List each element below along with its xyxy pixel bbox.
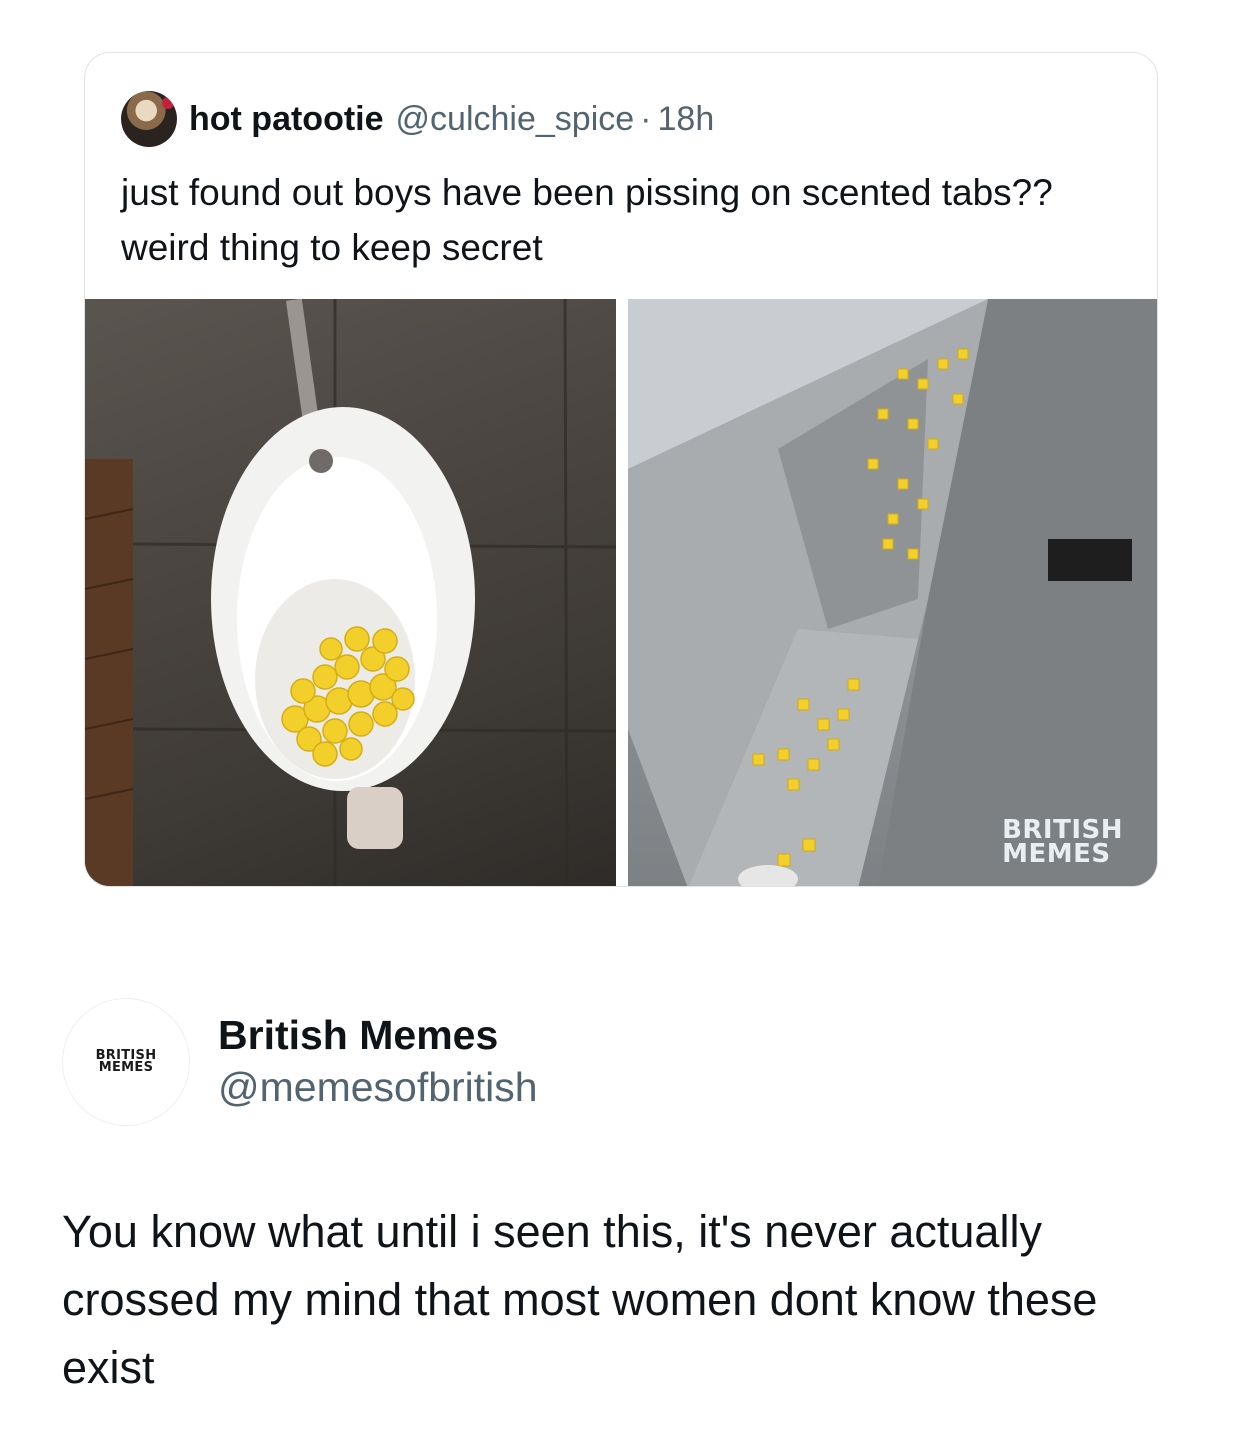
author-handle[interactable]: @culchie_spice	[396, 100, 635, 139]
header-separator: ·	[640, 99, 652, 138]
author-avatar[interactable]	[121, 91, 177, 147]
reply-display-name[interactable]: British Memes	[218, 1012, 498, 1059]
tweet-timestamp[interactable]: 18h	[658, 100, 715, 139]
reply-handle[interactable]: @memesofbritish	[218, 1064, 538, 1111]
british-memes-watermark: BRITISH MEMES	[1002, 815, 1123, 869]
media-image-trough[interactable]: BRITISH MEMES	[628, 299, 1157, 886]
tweet-media-grid: BRITISH MEMES	[85, 299, 1157, 886]
reply-avatar[interactable]: BRITISH MEMES	[62, 998, 190, 1126]
quoted-tweet-text: just found out boys have been pissing on…	[121, 172, 1053, 268]
avatar-logo-line2: MEMES	[98, 1060, 154, 1075]
author-display-name[interactable]: hot patootie	[189, 100, 384, 139]
quoted-tweet-card[interactable]: hot patootie @culchie_spice · 18h just f…	[84, 52, 1158, 887]
media-divider	[616, 299, 628, 886]
media-image-urinal[interactable]	[85, 299, 616, 886]
reply-tweet-text: You know what until i seen this, it's ne…	[62, 1206, 1098, 1393]
quoted-tweet-header: hot patootie @culchie_spice · 18h	[121, 89, 714, 149]
